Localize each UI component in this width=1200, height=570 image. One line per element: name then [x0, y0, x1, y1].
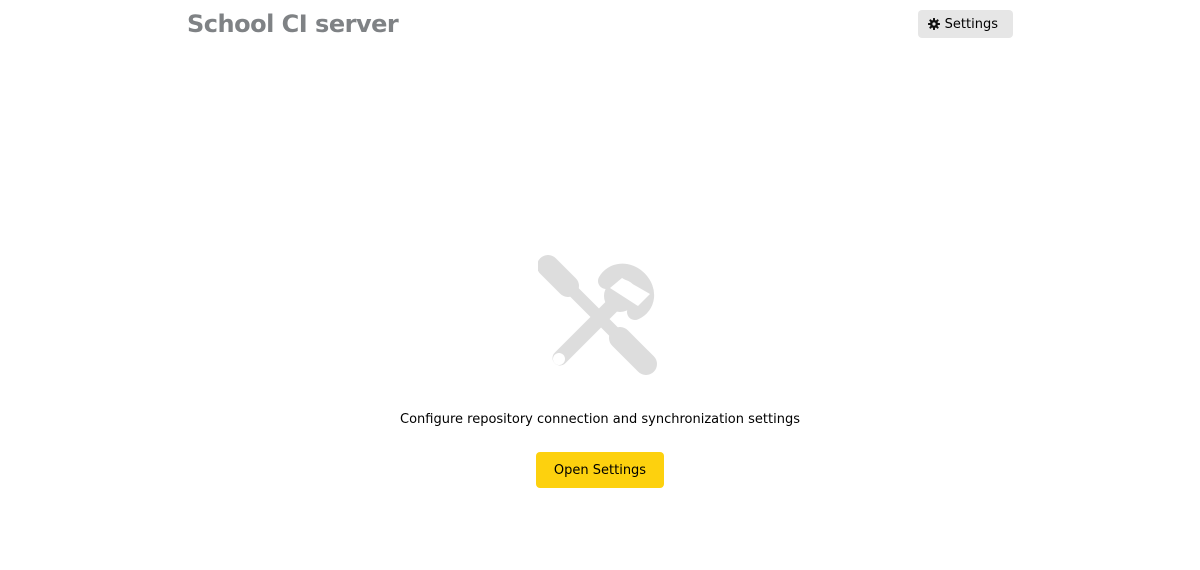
main-content: Configure repository connection and sync… — [0, 254, 1200, 488]
gear-icon — [927, 18, 940, 30]
app-title: School CI server — [187, 10, 399, 38]
description-text: Configure repository connection and sync… — [400, 412, 800, 427]
page: School CI server Settings Configure repo… — [0, 0, 1200, 570]
header: School CI server Settings — [187, 0, 1013, 48]
settings-button[interactable]: Settings — [917, 10, 1013, 38]
open-settings-button[interactable]: Open Settings — [536, 452, 664, 488]
settings-button-label: Settings — [944, 16, 998, 32]
tools-icon — [537, 254, 662, 378]
